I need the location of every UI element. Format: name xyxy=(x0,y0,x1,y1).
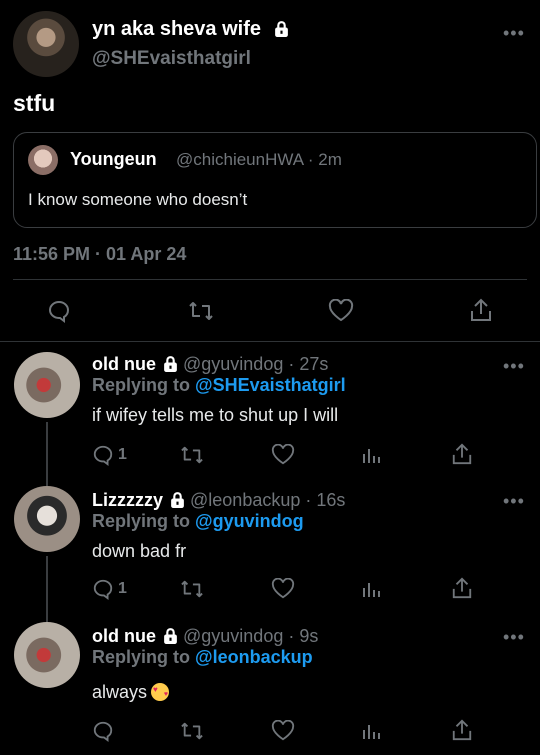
mention-link[interactable]: @gyuvindog xyxy=(195,511,304,531)
bar-chart-icon xyxy=(363,725,380,739)
reply-count: 1 xyxy=(118,446,127,463)
reply-tweet[interactable]: old nue @gyuvindog · 27s ••• Replying to … xyxy=(0,352,540,486)
like-button[interactable] xyxy=(271,444,295,466)
share-icon xyxy=(471,298,491,321)
retweet-icon xyxy=(181,580,203,598)
divider xyxy=(0,341,540,342)
mention-link[interactable]: @leonbackup xyxy=(195,647,313,667)
lock-icon xyxy=(171,492,184,508)
speech-bubble-icon xyxy=(93,579,113,600)
tweet-timestamp[interactable]: 11:56 PM · 01 Apr 24 xyxy=(13,244,186,265)
avatar[interactable] xyxy=(28,145,58,175)
reply-text: if wifey tells me to shut up I will xyxy=(92,405,339,425)
speech-bubble-icon xyxy=(93,445,113,466)
thread-line xyxy=(46,556,48,622)
replying-label: Replying to xyxy=(92,375,190,395)
lock-icon xyxy=(274,21,288,37)
share-button[interactable] xyxy=(451,442,473,466)
lock-icon xyxy=(164,628,177,644)
smiling-face-with-hearts-icon: ♥ ♥ xyxy=(151,683,170,701)
share-button[interactable] xyxy=(451,576,473,600)
lock-icon xyxy=(164,356,177,372)
reply-button[interactable]: 1 xyxy=(92,578,127,600)
display-name-text[interactable]: yn aka sheva wife xyxy=(92,18,261,40)
reply-text-body: always xyxy=(92,682,148,702)
display-name[interactable]: Lizzzzzy xyxy=(92,490,163,510)
display-name[interactable]: yn aka sheva wife xyxy=(92,18,290,41)
more-dots-icon[interactable]: ••• xyxy=(503,357,525,375)
display-name[interactable]: old nue xyxy=(92,626,156,646)
bar-chart-icon xyxy=(363,449,380,463)
analytics-button[interactable] xyxy=(362,445,382,465)
share-icon xyxy=(452,577,472,599)
mention-link[interactable]: @SHEvaisthatgirl xyxy=(195,375,346,395)
handle-time[interactable]: @leonbackup · 16s xyxy=(190,490,345,510)
reply-text: down bad fr xyxy=(92,541,187,561)
replying-to: Replying to @leonbackup xyxy=(92,647,313,668)
quote-handle-time: @chichieunHWA · 2m xyxy=(176,150,342,169)
replying-label: Replying to xyxy=(92,647,190,667)
retweet-button[interactable] xyxy=(188,299,214,323)
reply-header: old nue @gyuvindog · 27s xyxy=(92,354,328,375)
retweet-button[interactable] xyxy=(180,578,204,600)
tweet-text: stfu xyxy=(13,90,56,116)
share-icon xyxy=(452,719,472,741)
quoted-tweet[interactable]: Youngeun @chichieunHWA · 2m I know someo… xyxy=(13,132,537,228)
reply-button[interactable]: 1 xyxy=(92,444,127,466)
handle-time[interactable]: @gyuvindog · 27s xyxy=(183,354,328,374)
reply-count: 1 xyxy=(118,580,127,597)
thread-line xyxy=(46,422,48,486)
replying-to: Replying to @gyuvindog xyxy=(92,511,304,532)
avatar[interactable] xyxy=(14,622,80,688)
retweet-icon xyxy=(181,446,203,464)
like-button[interactable] xyxy=(271,578,295,600)
quote-text: I know someone who doesn’t xyxy=(28,190,248,209)
speech-bubble-icon xyxy=(49,300,70,323)
reply-tweet[interactable]: Lizzzzzy @leonbackup · 16s ••• Replying t… xyxy=(0,486,540,622)
reply-header: old nue @gyuvindog · 9s xyxy=(92,626,318,647)
analytics-button[interactable] xyxy=(362,721,382,741)
retweet-button[interactable] xyxy=(180,720,204,742)
heart-icon xyxy=(328,299,354,322)
analytics-button[interactable] xyxy=(362,579,382,599)
avatar[interactable] xyxy=(14,352,80,418)
replying-label: Replying to xyxy=(92,511,190,531)
reply-tweet[interactable]: old nue @gyuvindog · 9s ••• Replying to @… xyxy=(0,622,540,755)
retweet-button[interactable] xyxy=(180,444,204,466)
reply-header: Lizzzzzy @leonbackup · 16s xyxy=(92,490,345,511)
quote-display-name[interactable]: Youngeun xyxy=(70,149,157,170)
like-button[interactable] xyxy=(271,720,295,742)
heart-icon xyxy=(271,578,295,599)
speech-bubble-icon xyxy=(93,721,113,742)
display-name[interactable]: old nue xyxy=(92,354,156,374)
avatar[interactable] xyxy=(14,486,80,552)
avatar[interactable] xyxy=(13,11,79,77)
share-button[interactable] xyxy=(469,297,493,323)
heart-icon xyxy=(271,720,295,741)
handle-time[interactable]: @gyuvindog · 9s xyxy=(183,626,318,646)
reply-button[interactable] xyxy=(47,299,71,323)
divider xyxy=(13,279,527,280)
more-dots-icon[interactable]: ••• xyxy=(503,492,525,510)
main-tweet: yn aka sheva wife @SHEvaisthatgirl ••• s… xyxy=(0,0,540,342)
handle[interactable]: @SHEvaisthatgirl xyxy=(92,48,251,70)
replying-to: Replying to @SHEvaisthatgirl xyxy=(92,375,346,396)
heart-icon xyxy=(271,444,295,465)
bar-chart-icon xyxy=(363,583,380,597)
more-dots-icon[interactable]: ••• xyxy=(503,24,525,42)
share-icon xyxy=(452,443,472,465)
share-button[interactable] xyxy=(451,718,473,742)
reply-text: always ♥ ♥ xyxy=(92,682,170,703)
retweet-icon xyxy=(189,302,213,320)
more-dots-icon[interactable]: ••• xyxy=(503,628,525,646)
retweet-icon xyxy=(181,722,203,740)
reply-button[interactable] xyxy=(92,720,118,742)
like-button[interactable] xyxy=(328,299,354,323)
